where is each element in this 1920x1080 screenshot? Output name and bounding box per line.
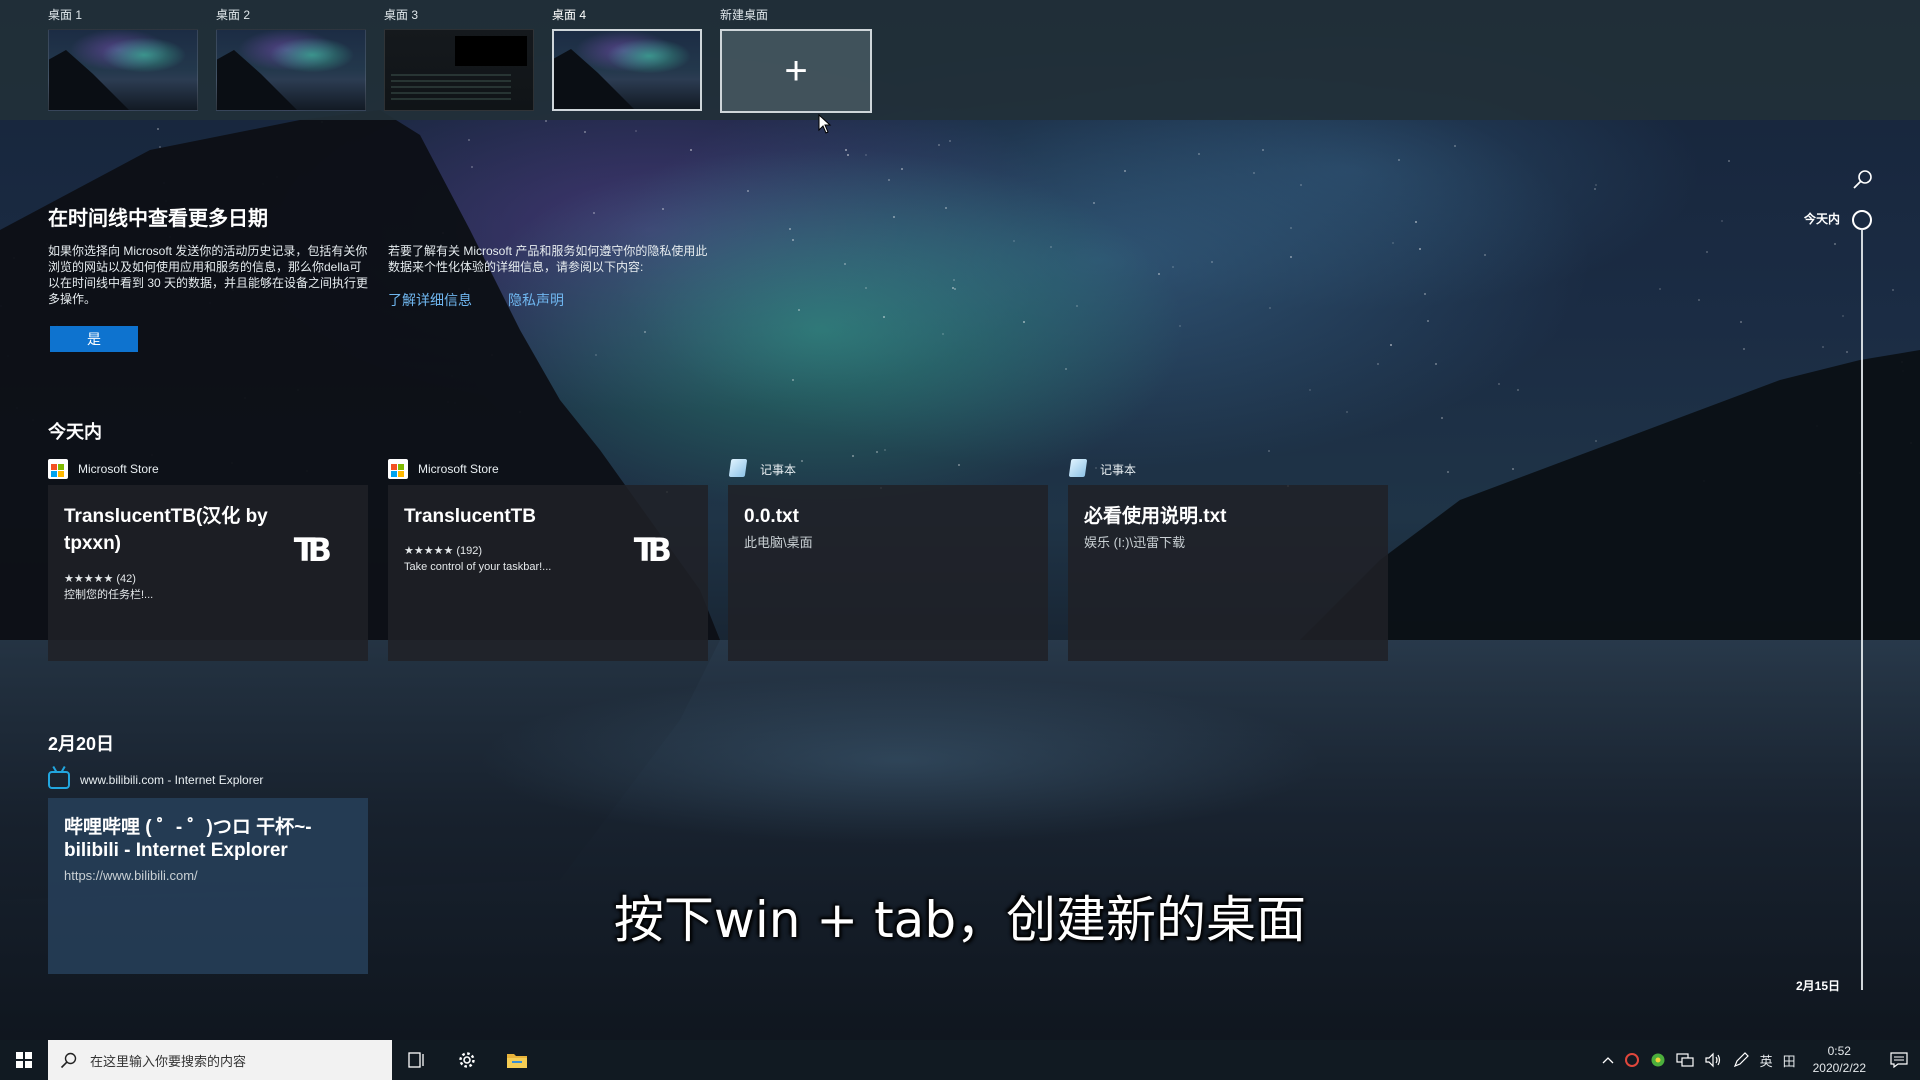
timeline-track[interactable]	[1861, 228, 1863, 990]
desktop-2[interactable]: 桌面 2	[216, 6, 366, 111]
desktop-1[interactable]: 桌面 1	[48, 6, 198, 111]
virtual-desktops-bar: 桌面 1 桌面 2 桌面 3 桌面 4 新建桌面 +	[0, 0, 1920, 120]
file-explorer-button[interactable]	[492, 1040, 542, 1080]
red-circle-icon	[1624, 1053, 1639, 1067]
folder-icon	[507, 1054, 527, 1068]
card-title: 必看使用说明.txt	[1084, 506, 1227, 527]
start-button[interactable]	[0, 1040, 48, 1080]
promo-description-right: 若要了解有关 Microsoft 产品和服务如何遵守你的隐私使用此数据来个性化体…	[388, 244, 708, 274]
ime-mode-button[interactable]: 田	[1778, 1040, 1801, 1080]
desktop-label: 桌面 4	[552, 8, 587, 22]
card-app-header: 记事本	[1068, 458, 1137, 480]
desktop-thumbnail[interactable]	[384, 29, 534, 111]
task-view-icon	[408, 1052, 424, 1068]
card-title: 哔哩哔哩 ( ゜- ゜)つロ 干杯~-bilibili - Internet E…	[64, 817, 312, 861]
desktop-thumbnail[interactable]	[552, 29, 702, 111]
card-app-header: www.bilibili.com - Internet Explorer	[48, 769, 263, 791]
search-placeholder: 在这里输入你要搜索的内容	[90, 1053, 247, 1069]
green-circle-icon	[1651, 1053, 1665, 1067]
desktop-4[interactable]: 桌面 4	[552, 6, 702, 111]
notepad-icon	[728, 459, 750, 479]
clock-date: 2020/2/22	[1812, 1061, 1866, 1075]
card-app-header: 记事本	[728, 458, 797, 480]
microsoft-store-icon	[388, 459, 408, 479]
tray-app-icon[interactable]	[1645, 1040, 1671, 1080]
learn-more-link[interactable]: 了解详细信息	[388, 290, 472, 310]
card-file-path: 娱乐 (I:)\迅雷下载	[1084, 535, 1186, 550]
promo-description-left: 如果你选择向 Microsoft 发送你的活动历史记录，包括有关你浏览的网站以及…	[48, 244, 369, 306]
timeline-label-feb15[interactable]: 2月15日	[1796, 977, 1840, 994]
video-subtitle: 按下win + tab，创建新的桌面	[613, 891, 1307, 949]
card-title: TranslucentTB	[404, 506, 536, 527]
network-button[interactable]	[1671, 1040, 1699, 1080]
desktop-3[interactable]: 桌面 3	[384, 6, 534, 111]
card-app-name: Microsoft Store	[418, 462, 499, 476]
mouse-cursor-icon	[818, 114, 832, 134]
clock-time: 0:52	[1827, 1044, 1851, 1058]
plus-icon[interactable]: +	[720, 29, 872, 113]
action-center-button[interactable]	[1878, 1040, 1920, 1080]
pen-icon	[1733, 1052, 1749, 1068]
section-heading-feb20: 2月20日	[48, 734, 115, 754]
activity-card-translucenttb[interactable]: TranslucentTB ★★★★★ (192) Take control o…	[388, 485, 708, 661]
taskbar-search-box[interactable]: 在这里输入你要搜索的内容	[48, 1040, 392, 1080]
windows-logo-icon	[16, 1052, 32, 1068]
search-icon[interactable]	[1852, 168, 1874, 190]
tray-app-icon[interactable]	[1619, 1040, 1645, 1080]
task-view-button[interactable]	[392, 1040, 442, 1080]
search-icon	[60, 1052, 77, 1069]
activity-card-0-txt[interactable]: 0.0.txt 此电脑\桌面	[728, 485, 1048, 661]
taskbar: 在这里输入你要搜索的内容 英 田 0:52 2020/2/22	[0, 1040, 1920, 1080]
section-heading-today: 今天内	[48, 422, 102, 442]
pen-workspace-button[interactable]	[1727, 1040, 1755, 1080]
desktop-label: 桌面 1	[48, 8, 83, 22]
new-desktop-button[interactable]: 新建桌面 +	[720, 6, 872, 113]
card-rating: ★★★★★ (42)	[64, 573, 136, 585]
card-title: TranslucentTB(汉化 by tpxxn)	[64, 506, 268, 554]
network-icon	[1675, 1053, 1694, 1067]
timeline-handle[interactable]	[1852, 210, 1872, 230]
timeline-label-today[interactable]: 今天内	[1804, 210, 1840, 227]
bilibili-icon	[48, 771, 70, 789]
translucenttb-logo-icon: TB	[633, 531, 672, 569]
card-app-name: 记事本	[760, 462, 797, 477]
desktop-label: 桌面 2	[216, 8, 251, 22]
microsoft-store-icon	[48, 459, 68, 479]
notepad-icon	[1068, 459, 1090, 479]
activity-card-readme-txt[interactable]: 必看使用说明.txt 娱乐 (I:)\迅雷下载	[1068, 485, 1388, 661]
card-app-name: Microsoft Store	[78, 462, 159, 476]
show-hidden-icons-button[interactable]	[1597, 1040, 1619, 1080]
speaker-icon	[1704, 1052, 1720, 1068]
system-clock[interactable]: 0:52 2020/2/22	[1801, 1043, 1878, 1077]
privacy-statement-link[interactable]: 隐私声明	[508, 290, 564, 310]
settings-taskbar-button[interactable]	[442, 1040, 492, 1080]
chevron-up-icon	[1602, 1057, 1614, 1064]
desktop-label: 桌面 3	[384, 8, 419, 22]
gear-icon	[459, 1052, 475, 1068]
translucenttb-logo-icon: TB	[293, 531, 332, 569]
card-title: 0.0.txt	[744, 506, 799, 527]
card-file-path: 此电脑\桌面	[744, 535, 813, 550]
desktop-thumbnail[interactable]	[48, 29, 198, 111]
desktop-thumbnail[interactable]	[216, 29, 366, 111]
volume-button[interactable]	[1699, 1040, 1727, 1080]
yes-button[interactable]: 是	[50, 326, 138, 352]
new-desktop-label: 新建桌面	[720, 8, 769, 22]
input-language-button[interactable]: 英	[1755, 1040, 1778, 1080]
system-tray: 英 田 0:52 2020/2/22	[1597, 1040, 1920, 1080]
card-app-header: Microsoft Store	[388, 458, 499, 480]
notification-icon	[1890, 1052, 1908, 1068]
activity-card-translucenttb-cn[interactable]: TranslucentTB(汉化 by tpxxn) ★★★★★ (42) 控制…	[48, 485, 368, 661]
card-app-header: Microsoft Store	[48, 458, 159, 480]
card-app-name: www.bilibili.com - Internet Explorer	[80, 773, 264, 787]
card-app-name: 记事本	[1100, 462, 1137, 477]
timeline-promo-title: 在时间线中查看更多日期	[48, 208, 268, 230]
card-description: 控制您的任务栏!...	[64, 589, 154, 601]
